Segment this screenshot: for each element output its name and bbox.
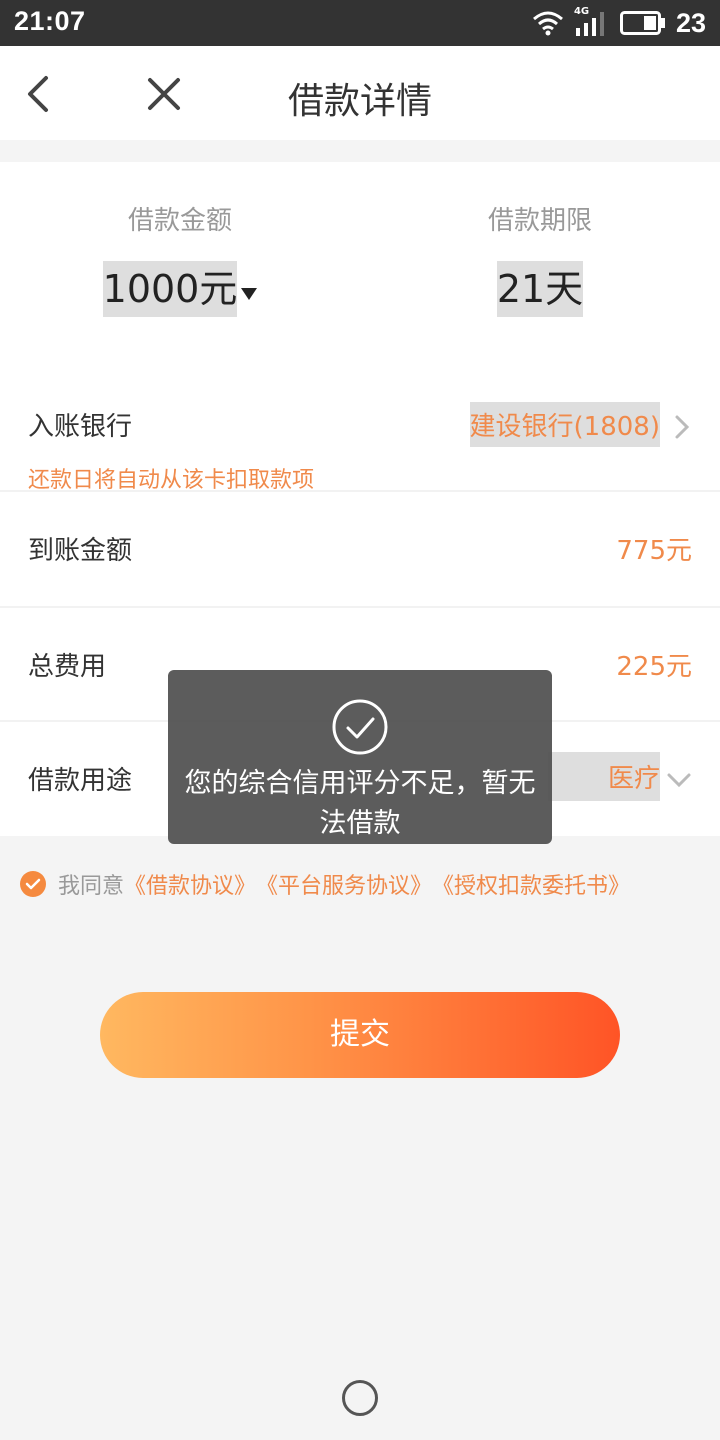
loan-summary-card: 借款金额 1000元 借款期限 21天: [0, 162, 720, 362]
agreement-line: 我同意 《借款协议》 《平台服务协议》 《授权扣款委托书》: [20, 868, 630, 900]
loan-amount-label: 借款金额: [127, 206, 232, 236]
received-amount-label: 到账金额: [28, 536, 133, 566]
status-bar: 21:07 4G 23: [0, 0, 720, 46]
cell-signal-icon: 4G: [574, 6, 610, 38]
agree-prefix: 我同意: [58, 874, 125, 899]
loan-term-section: 借款期限 21天: [360, 200, 720, 317]
home-button[interactable]: [342, 1380, 378, 1416]
loan-amount-section: 借款金额 1000元: [0, 200, 360, 317]
chevron-right-icon: [675, 415, 690, 439]
loan-term-value[interactable]: 21天: [496, 261, 584, 317]
page-title: 借款详情: [287, 81, 432, 122]
total-fee-value: 225元: [616, 652, 692, 682]
check-circle-icon: [332, 699, 388, 755]
bank-value[interactable]: 建设银行(1808): [469, 402, 660, 447]
battery-icon: [619, 11, 665, 35]
service-agreement-link[interactable]: 《平台服务协议》: [256, 868, 432, 900]
bank-row[interactable]: 入账银行 建设银行(1808) 还款日将自动从该卡扣取款项: [0, 362, 720, 493]
checkmark-icon: [25, 878, 41, 890]
chevron-down-icon: [667, 773, 691, 788]
loan-purpose-value[interactable]: 医疗: [547, 752, 660, 801]
error-toast: 您的综合信用评分不足，暂无法借款: [168, 670, 552, 844]
bank-label: 入账银行: [28, 412, 133, 442]
submit-button[interactable]: 提交: [100, 992, 620, 1078]
caret-down-icon: [241, 287, 258, 300]
loan-agreement-link[interactable]: 《借款协议》: [124, 868, 256, 900]
toast-message: 您的综合信用评分不足，暂无法借款: [184, 768, 536, 839]
loan-amount-selector[interactable]: 1000元: [0, 237, 360, 317]
loan-amount-value[interactable]: 1000元: [102, 261, 238, 317]
received-amount-value: 775元: [616, 536, 692, 566]
battery-level: 23: [675, 7, 706, 38]
nav-header: 借款详情: [0, 46, 720, 140]
agree-checkbox[interactable]: [20, 871, 46, 897]
total-fee-label: 总费用: [28, 652, 107, 682]
loan-term-label: 借款期限: [487, 206, 592, 236]
loan-purpose-label: 借款用途: [28, 766, 133, 796]
status-time: 21:07: [14, 6, 86, 36]
debit-authorization-link[interactable]: 《授权扣款委托书》: [432, 868, 630, 900]
status-icons: 4G 23: [532, 6, 706, 40]
received-amount-row: 到账金额 775元: [0, 492, 720, 606]
wifi-icon: [532, 11, 563, 36]
